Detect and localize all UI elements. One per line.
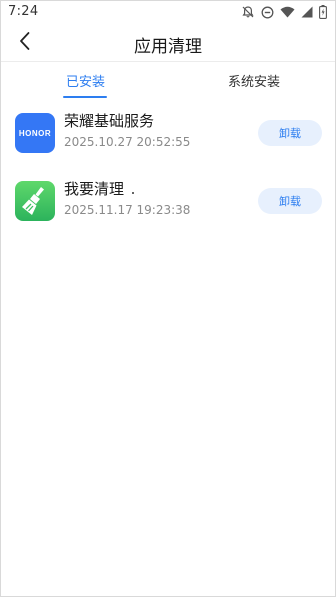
honor-logo-text: HONOR <box>18 128 52 138</box>
app-list-item: HONOR 荣耀基础服务 2025.10.27 20:52:55 卸载 <box>1 112 335 173</box>
notifications-off-icon <box>241 5 255 19</box>
tab-bar: 已安装 系统安装 <box>1 63 335 101</box>
broom-icon <box>15 181 55 221</box>
status-icons <box>241 5 327 19</box>
app-screen: 7:24 应用清理 已安装 系统安装 HONOR 荣耀基础服务 2025.10.… <box>0 0 336 597</box>
header-divider <box>1 61 335 62</box>
app-name: 荣耀基础服务 <box>64 112 155 130</box>
app-install-date: 2025.10.27 20:52:55 <box>64 135 191 149</box>
page-title: 应用清理 <box>134 37 202 57</box>
honor-logo-icon: HONOR <box>15 113 55 153</box>
tab-installed[interactable]: 已安装 <box>66 71 105 90</box>
app-install-date: 2025.11.17 19:23:38 <box>64 203 191 217</box>
decorative-dot <box>132 192 134 194</box>
top-bar: 应用清理 <box>1 25 335 61</box>
battery-icon <box>319 5 327 19</box>
app-list-item: 我要清理 2025.11.17 19:23:38 卸载 <box>1 180 335 241</box>
uninstall-button[interactable]: 卸载 <box>258 188 322 214</box>
wifi-icon <box>280 6 295 18</box>
do-not-disturb-icon <box>261 6 274 19</box>
signal-icon <box>301 6 313 18</box>
app-name: 我要清理 <box>64 180 125 198</box>
status-time: 7:24 <box>8 4 39 19</box>
uninstall-button[interactable]: 卸载 <box>258 120 322 146</box>
tab-system-installed[interactable]: 系统安装 <box>228 71 280 90</box>
active-tab-indicator <box>63 96 107 98</box>
status-bar: 7:24 <box>1 1 335 25</box>
